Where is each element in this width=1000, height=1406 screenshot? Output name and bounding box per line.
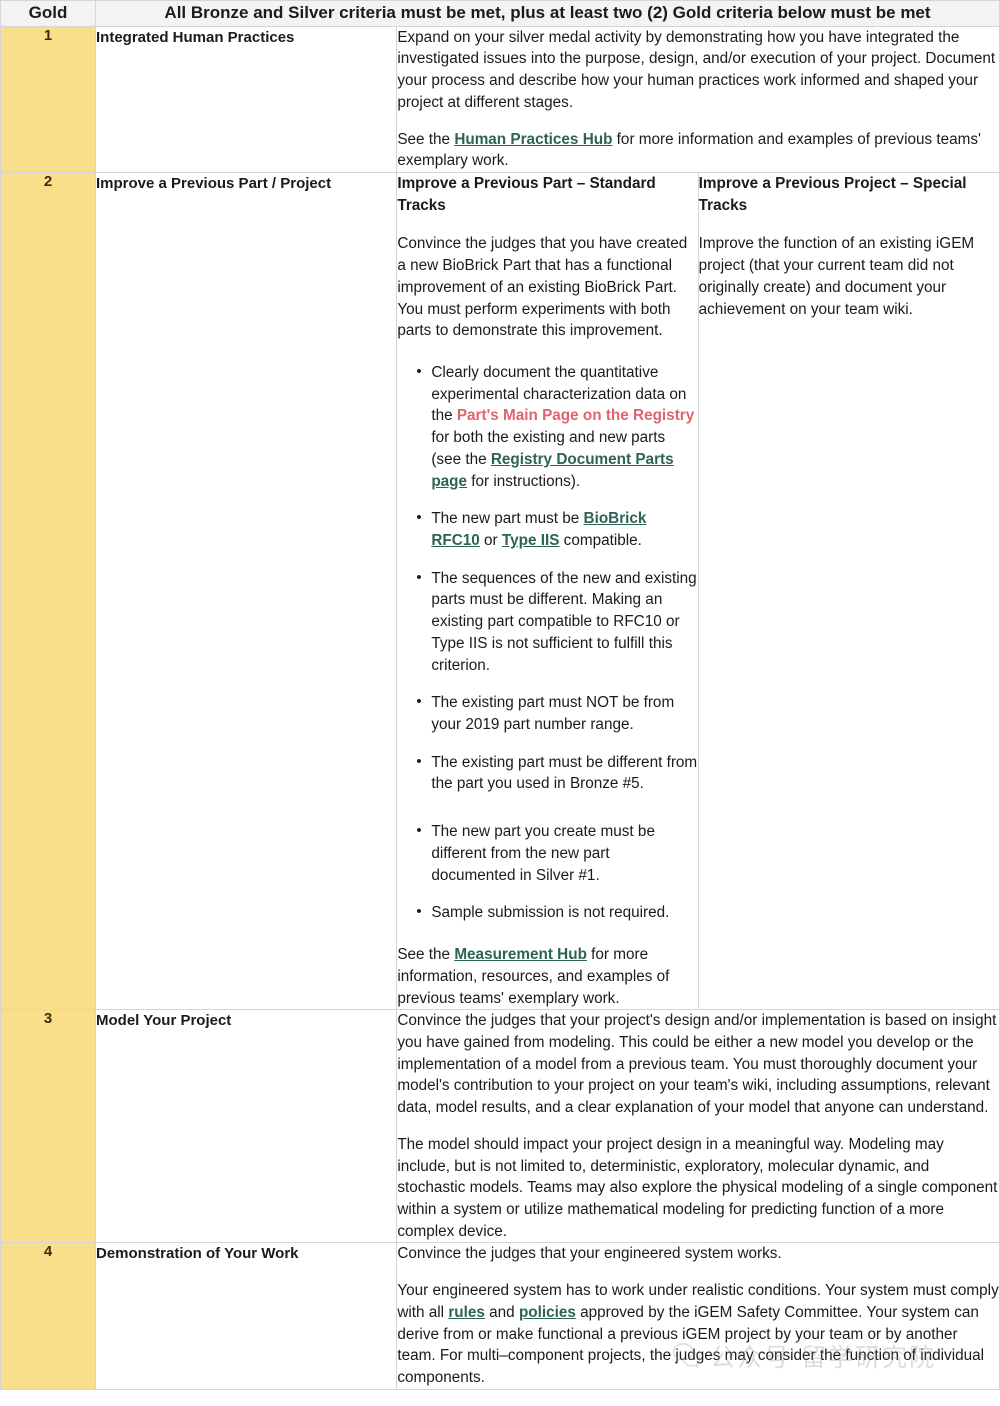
criterion-paragraph: The model should impact your project des… (397, 1135, 998, 1240)
criterion-description: Expand on your silver medal activity by … (396, 25, 1000, 173)
list-item: Clearly document the quantitative experi… (416, 361, 697, 492)
table-row: 2 Improve a Previous Part / Project Impr… (0, 171, 1000, 1011)
criterion-name: Integrated Human Practices (94, 25, 398, 173)
criterion-name: Demonstration of Your Work (94, 1242, 398, 1390)
criterion-paragraph: Convince the judges that your project's … (397, 1012, 997, 1117)
criterion-paragraph: See the Human Practices Hub for more inf… (397, 129, 999, 172)
criterion-paragraph: Expand on your silver medal activity by … (397, 28, 996, 111)
table-row: 1 Integrated Human Practices Expand on y… (0, 25, 1000, 173)
criterion-description: Convince the judges that your project's … (396, 1009, 1000, 1244)
human-practices-hub-link[interactable]: Human Practices Hub (454, 131, 612, 148)
criterion-paragraph: Improve the function of an existing iGEM… (698, 235, 975, 318)
text-fragment: See the (397, 130, 455, 148)
text-fragment: The new part must be (431, 510, 584, 528)
criterion-description-special-tracks: Improve a Previous Project – Special Tra… (697, 171, 1000, 1011)
criterion-description-standard-tracks: Improve a Previous Part – Standard Track… (396, 171, 699, 1011)
rules-link[interactable]: rules (448, 1304, 485, 1321)
criterion-bullet-list: Clearly document the quantitative experi… (397, 361, 697, 924)
parts-main-page-registry-link[interactable]: Part's Main Page on the Registry (457, 407, 694, 424)
list-item: The new part you create must be differen… (416, 820, 697, 886)
table-row: 4 Demonstration of Your Work Convince th… (0, 1242, 1000, 1390)
text-fragment: See the (397, 946, 455, 964)
criterion-number: 3 (0, 1009, 96, 1244)
criterion-paragraph: Your engineered system has to work under… (397, 1280, 999, 1389)
policies-link[interactable]: policies (519, 1304, 576, 1321)
criterion-description: Convince the judges that your engineered… (396, 1242, 1000, 1390)
table-row: 3 Model Your Project Convince the judges… (0, 1009, 1000, 1244)
medal-level-header: Gold (0, 0, 96, 27)
subsection-heading: Improve a Previous Project – Special Tra… (698, 174, 967, 214)
measurement-hub-link[interactable]: Measurement Hub (454, 946, 587, 963)
text-fragment: compatible. (559, 532, 642, 550)
criterion-paragraph: Convince the judges that you have create… (397, 235, 688, 340)
criterion-paragraph: See the Measurement Hub for more informa… (397, 944, 697, 1009)
criterion-name: Improve a Previous Part / Project (94, 171, 398, 1011)
list-item: Sample submission is not required. (416, 901, 697, 924)
text-fragment: for instructions). (467, 472, 581, 490)
medal-requirement-header: All Bronze and Silver criteria must be m… (95, 0, 1000, 27)
criterion-name: Model Your Project (94, 1009, 398, 1244)
subsection-heading: Improve a Previous Part – Standard Track… (397, 174, 656, 214)
text-fragment: and (484, 1303, 519, 1321)
criterion-number: 2 (0, 171, 96, 1011)
criterion-number: 1 (0, 25, 96, 173)
type-iis-link[interactable]: Type IIS (502, 532, 560, 549)
list-item: The sequences of the new and existing pa… (416, 567, 697, 677)
table-header-row: Gold All Bronze and Silver criteria must… (0, 0, 1000, 27)
text-fragment: or (479, 532, 502, 550)
criterion-number: 4 (0, 1242, 96, 1390)
list-item: The new part must be BioBrick RFC10 or T… (416, 507, 697, 551)
gold-medal-criteria-table: Gold All Bronze and Silver criteria must… (0, 0, 1000, 1390)
criterion-paragraph: Convince the judges that your engineered… (397, 1245, 782, 1263)
list-item: The existing part must NOT be from your … (416, 691, 697, 735)
list-item: The existing part must be different from… (416, 751, 697, 795)
